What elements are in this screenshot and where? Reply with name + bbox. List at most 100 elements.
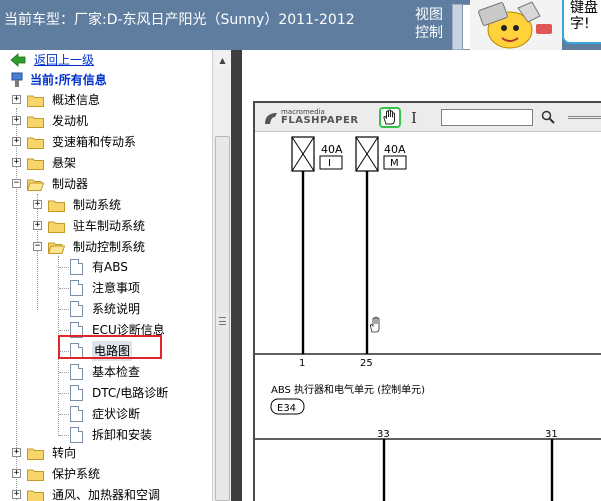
tree-item-overview[interactable]: + 概述信息: [10, 90, 210, 110]
fuse-rating: 40A: [384, 143, 406, 156]
tree-connector: [59, 393, 69, 394]
hand-tool-button[interactable]: [379, 107, 401, 128]
tree-connector: [59, 309, 69, 310]
text-select-icon[interactable]: I: [411, 109, 417, 127]
folder-icon: [48, 200, 65, 212]
folder-icon: [27, 95, 44, 107]
collapse-icon[interactable]: −: [12, 179, 21, 188]
unit-label: ABS 执行器和电气单元 (控制单元): [271, 383, 425, 396]
tree-connector: [59, 288, 69, 289]
search-icon[interactable]: [541, 110, 555, 124]
tree-item-label: 制动器: [52, 177, 89, 191]
back-link[interactable]: 返回上一级: [34, 50, 94, 70]
tree-connector: [59, 267, 69, 268]
tree-item-brake-control[interactable]: − 制动控制系统: [31, 237, 211, 257]
expand-icon[interactable]: +: [33, 221, 42, 230]
mascot-image: [470, 0, 562, 50]
tree-connector: [59, 372, 69, 373]
panel-splitter[interactable]: [231, 50, 242, 501]
expand-icon[interactable]: +: [12, 116, 21, 125]
view-control-button[interactable]: 视图控制: [415, 6, 447, 42]
tree-leaf-basic-inspection[interactable]: 基本检查: [70, 362, 210, 382]
tree-item-label: 通风、加热器和空调: [52, 488, 161, 501]
expand-icon[interactable]: +: [33, 200, 42, 209]
connector-id: E34: [277, 403, 296, 414]
tree-item-protection[interactable]: + 保护系统: [10, 464, 210, 484]
tree-item-steering[interactable]: + 转向: [10, 443, 210, 463]
tree-item-suspension[interactable]: + 悬架: [10, 153, 210, 173]
hand-cursor-icon: [369, 316, 380, 333]
tree-scrollbar[interactable]: ▲: [212, 50, 231, 501]
fuse-id-box: [319, 155, 343, 170]
document-icon: [70, 427, 83, 443]
tree-item-brakes[interactable]: − 制动器: [10, 174, 210, 194]
expand-icon[interactable]: +: [12, 448, 21, 457]
expand-icon[interactable]: +: [12, 490, 21, 499]
logo-text: FLASHPAPER: [281, 115, 359, 126]
fuse-id: M: [390, 158, 399, 169]
tree-leaf-label: 注意事项: [92, 281, 141, 295]
pin-number: 1: [299, 358, 305, 369]
pin-number: 31: [545, 429, 558, 440]
speech-bubble: 键盘 字!: [562, 0, 601, 44]
category-tree: 返回上一级 当前:所有信息 + 概述信息 + 发动机 + 变速箱和传动系 + 悬…: [0, 50, 212, 501]
tree-item-transmission[interactable]: + 变速箱和传动系: [10, 132, 210, 152]
expand-icon[interactable]: +: [12, 158, 21, 167]
folder-icon: [27, 116, 44, 128]
tree-leaf-label: 基本检查: [92, 365, 141, 379]
pin-number: 33: [377, 429, 390, 440]
tree-leaf-abs[interactable]: 有ABS: [70, 257, 210, 277]
tree-item-engine[interactable]: + 发动机: [10, 111, 210, 131]
highlight-box: [58, 335, 162, 359]
tree-item-label: 变速箱和传动系: [52, 135, 137, 149]
tree-leaf-precautions[interactable]: 注意事项: [70, 278, 210, 298]
expand-icon[interactable]: +: [12, 469, 21, 478]
tree-item-label: 概述信息: [52, 93, 101, 107]
tree-item-label: 转向: [52, 446, 77, 460]
scroll-up-arrow-icon[interactable]: ▲: [214, 52, 231, 69]
tree-leaf-symptom-diagnosis[interactable]: 症状诊断: [70, 404, 210, 424]
tree-leaf-dtc-diagnosis[interactable]: DTC/电路诊断: [70, 383, 210, 403]
grip-icon: [219, 317, 226, 325]
expand-icon[interactable]: +: [12, 95, 21, 104]
folder-icon: [27, 137, 44, 149]
current-location-label: 当前:所有信息: [30, 73, 107, 87]
tree-item-brake-system[interactable]: + 制动系统: [31, 195, 211, 215]
scroll-thumb[interactable]: [215, 136, 230, 501]
tree-connector: [59, 435, 69, 436]
folder-icon: [48, 221, 65, 233]
back-row[interactable]: 返回上一级: [10, 50, 210, 70]
fuse-id: I: [328, 158, 331, 169]
folder-icon: [27, 448, 44, 460]
document-icon: [70, 301, 83, 317]
tree-connector: [59, 414, 69, 415]
tree-item-parking-brake[interactable]: + 驻车制动系统: [31, 216, 211, 236]
flashpaper-toolbar: macromedia FLASHPAPER I: [255, 103, 601, 132]
bubble-line: 字!: [570, 16, 590, 32]
folder-icon: [27, 158, 44, 170]
current-row: 当前:所有信息: [10, 70, 210, 90]
tree-leaf-system-description[interactable]: 系统说明: [70, 299, 210, 319]
folder-open-icon: [48, 242, 65, 254]
expand-icon[interactable]: +: [12, 137, 21, 146]
flashpaper-logo: macromedia FLASHPAPER: [263, 108, 358, 128]
tree-connector: [59, 330, 69, 331]
tree-leaf-label: 系统说明: [92, 302, 141, 316]
title-bar: 当前车型：厂家:D-东风日产阳光（Sunny）2011-2012 视图控制 键盘…: [0, 0, 601, 50]
folder-icon: [27, 469, 44, 481]
tree-item-hvac[interactable]: + 通风、加热器和空调: [10, 485, 210, 501]
folder-icon: [27, 490, 44, 501]
location-pin-icon: [11, 72, 23, 87]
tree-leaf-removal-installation[interactable]: 拆卸和安装: [70, 425, 210, 445]
document-icon: [70, 280, 83, 296]
search-input[interactable]: [441, 109, 533, 126]
tree-item-label: 制动控制系统: [73, 240, 146, 254]
zoom-slider[interactable]: [568, 116, 601, 119]
back-arrow-icon: [10, 53, 26, 67]
document-icon: [70, 259, 83, 275]
pin-number: 25: [360, 358, 373, 369]
collapse-icon[interactable]: −: [33, 242, 42, 251]
fuse-rating: 40A: [321, 143, 343, 156]
tree-leaf-label: 有ABS: [92, 260, 128, 274]
folder-open-icon: [27, 179, 44, 191]
